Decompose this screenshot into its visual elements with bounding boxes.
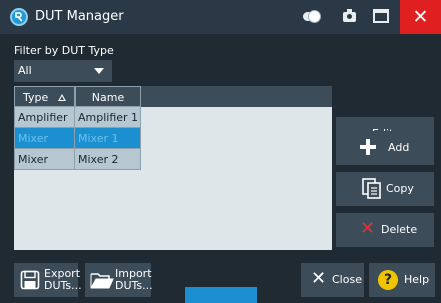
chevron-down-icon (94, 68, 104, 74)
import-label-line2: DUTs... (115, 279, 153, 292)
close-button-label: Close (332, 273, 362, 286)
app-logo-icon (10, 8, 28, 26)
dut-table: Type Name Amplifier Amplifier 1 Mixer Mi… (14, 86, 332, 250)
import-duts-button[interactable]: Import DUTs... (85, 263, 153, 297)
column-header-type[interactable]: Type (14, 86, 75, 107)
sort-up-icon (58, 94, 66, 101)
close-button[interactable]: ✕ Close (301, 263, 364, 297)
title-bar: DUT Manager ✕ (0, 0, 441, 34)
accent-tab-indicator (185, 287, 257, 303)
camera-icon[interactable] (343, 9, 356, 22)
filter-label: Filter by DUT Type (14, 44, 114, 57)
cell-name: Amplifier 1 (75, 107, 141, 128)
cell-type: Mixer (14, 149, 75, 170)
delete-button[interactable]: ✕ Delete (336, 213, 434, 247)
close-x-icon: ✕ (311, 268, 327, 289)
cell-type: Amplifier (14, 107, 75, 128)
toggle-icon[interactable] (303, 11, 320, 22)
cell-name: Mixer 2 (75, 149, 141, 170)
copy-button-label: Copy (386, 182, 414, 195)
export-label-line2: DUTs... (44, 279, 82, 292)
add-button-label: Add (388, 141, 410, 154)
column-header-name[interactable]: Name (75, 86, 141, 107)
table-row[interactable]: Mixer Mixer 2 (14, 149, 141, 170)
delete-x-icon: ✕ (360, 218, 376, 239)
cell-type: Mixer (14, 128, 75, 149)
export-duts-button[interactable]: Export DUTs... (14, 263, 82, 297)
table-row-selected[interactable]: Mixer Mixer 1 (14, 128, 141, 149)
delete-button-label: Delete (381, 223, 418, 236)
help-icon: ? (378, 270, 398, 290)
column-label-name: Name (91, 91, 125, 104)
plus-icon (360, 139, 376, 155)
window-title: DUT Manager (35, 9, 124, 24)
folder-open-icon (90, 273, 114, 289)
table-row[interactable]: Amplifier Amplifier 1 (14, 107, 141, 128)
help-button[interactable]: ? Help (369, 263, 435, 297)
copy-icon (362, 178, 381, 199)
filter-selected-value: All (18, 64, 32, 77)
filter-dropdown[interactable]: All (14, 60, 112, 82)
add-button[interactable]: Add (336, 131, 434, 165)
copy-button[interactable]: Copy (336, 172, 434, 206)
help-button-label: Help (404, 273, 430, 286)
cell-name: Mixer 1 (75, 128, 141, 149)
close-icon[interactable]: ✕ (400, 0, 441, 34)
maximize-icon[interactable] (373, 9, 389, 23)
save-icon (20, 270, 40, 290)
column-label-type: Type (23, 91, 49, 104)
